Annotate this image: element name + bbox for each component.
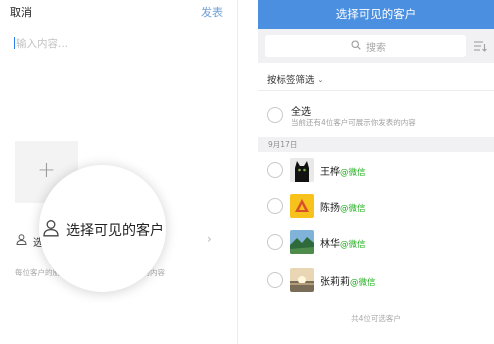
wechat-suffix: @微信 [340,204,366,214]
avatar [290,194,314,218]
magnifier-label: 选择可见的客户 [66,223,164,239]
tag-filter-dropdown[interactable]: 按标签筛选 ⌄ [267,72,323,86]
compose-panel: 取消 发表 输入内容... + 选 › 每位客户的朋友圈每天最多展示你发表的内容… [0,0,237,344]
nav-bar: 选择可见的客户 [258,0,494,29]
person-icon [43,220,59,237]
contact-radio[interactable] [267,234,283,250]
publish-button[interactable]: 发表 [201,4,223,20]
page-title: 选择可见的客户 [335,7,417,21]
list-item[interactable]: 林华@微信 [258,224,494,260]
magnifier-callout: 选择可见的客户 [39,165,166,292]
chevron-down-icon: ⌄ [317,76,324,84]
yellow-triangle-avatar-icon [290,194,314,218]
search-icon [351,40,361,50]
compose-placeholder: 输入内容... [16,38,69,50]
wechat-suffix: @微信 [340,168,366,178]
list-item[interactable]: 张莉莉@微信 [258,262,494,298]
black-cat-avatar-icon [290,158,314,182]
select-all-label: 全选 [291,107,311,118]
wechat-suffix: @微信 [340,240,366,250]
compose-input[interactable]: 输入内容... [14,36,68,51]
list-filter-icon[interactable] [473,40,487,52]
compose-header: 取消 发表 [0,0,237,24]
avatar [290,158,314,182]
contact-name: 林华@微信 [320,239,366,250]
contact-radio[interactable] [267,162,283,178]
avatar [290,230,314,254]
cancel-button[interactable]: 取消 [10,4,32,20]
contact-name: 张莉莉@微信 [320,277,376,288]
tag-filter-label: 按标签筛选 [267,75,315,86]
customer-select-panel: 选择可见的客户 搜索 按标签筛选 ⌄ 全选 当前还有4位客户可展示你发表的内容 9… [258,0,494,344]
search-placeholder: 搜索 [366,43,386,54]
contact-name: 王桦@微信 [320,167,366,178]
contact-count-footer: 共4位可选客户 [351,314,401,323]
panel-divider [237,0,258,344]
select-all-row[interactable]: 全选 当前还有4位客户可展示你发表的内容 [258,91,494,137]
contact-radio[interactable] [267,272,283,288]
person-icon [16,234,27,245]
search-bar: 搜索 [258,29,494,63]
wechat-suffix: @微信 [350,278,376,288]
chevron-right-icon: › [207,232,212,246]
list-item[interactable]: 陈扬@微信 [258,188,494,224]
search-input[interactable]: 搜索 [265,35,466,57]
landscape-avatar-icon [290,230,314,254]
select-all-subtitle: 当前还有4位客户可展示你发表的内容 [291,118,416,127]
contact-name: 陈扬@微信 [320,203,366,214]
text-cursor [14,37,15,49]
select-all-radio[interactable] [267,107,283,123]
avatar [290,268,314,292]
contact-radio[interactable] [267,198,283,214]
date-label: 9月17日 [268,140,298,149]
list-item[interactable]: 王桦@微信 [258,152,494,188]
sunset-avatar-icon [290,268,314,292]
date-section-header: 9月17日 [258,137,494,152]
